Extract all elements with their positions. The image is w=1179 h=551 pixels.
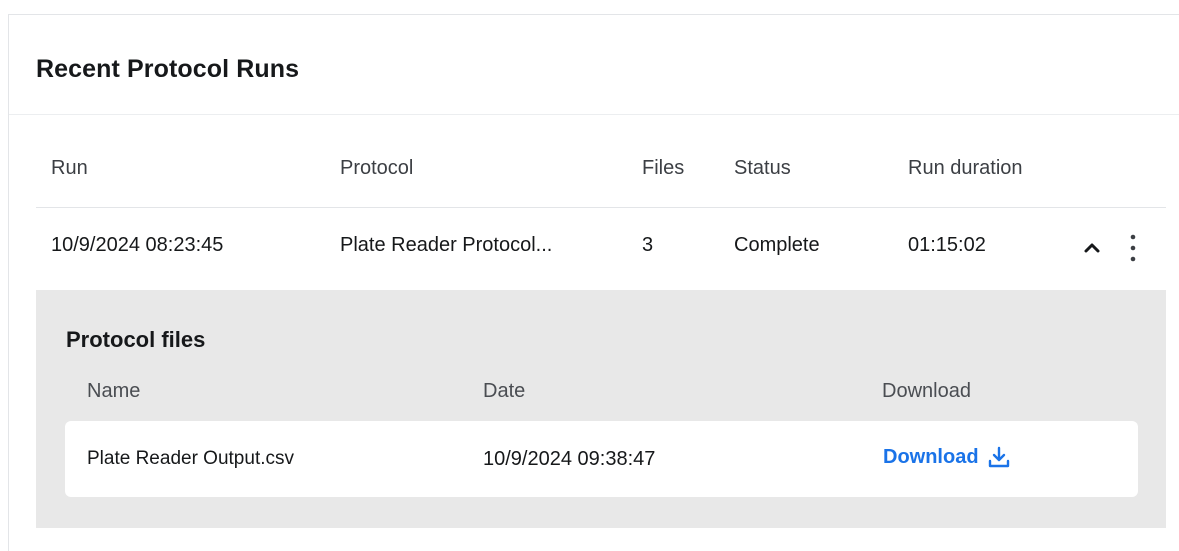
files-column-date: Date (483, 380, 526, 402)
file-row: Plate Reader Output.csv 10/9/2024 09:38:… (65, 421, 1138, 497)
more-vertical-icon[interactable] (1123, 232, 1143, 264)
files-count: 3 (642, 234, 654, 256)
file-date: 10/9/2024 09:38:47 (483, 448, 656, 470)
protocol-files-panel: Protocol files Name Date Download Plate … (36, 290, 1166, 528)
title-divider (9, 114, 1179, 115)
column-header-files: Files (642, 157, 685, 179)
run-status: Complete (734, 234, 820, 256)
protocol-files-title: Protocol files (66, 327, 206, 352)
protocol-name: Plate Reader Protocol... (340, 234, 553, 256)
file-name: Plate Reader Output.csv (87, 448, 294, 469)
download-icon (987, 445, 1011, 469)
download-link[interactable]: Download (883, 445, 1011, 469)
card-title: Recent Protocol Runs (36, 55, 300, 83)
column-header-status: Status (734, 157, 791, 179)
run-timestamp: 10/9/2024 08:23:45 (51, 234, 224, 256)
table-header: Run Protocol Files Status Run duration (9, 157, 1179, 197)
recent-protocol-runs-card: Recent Protocol Runs Run Protocol Files … (8, 14, 1179, 551)
run-duration: 01:15:02 (908, 234, 986, 256)
files-column-download: Download (882, 380, 971, 402)
chevron-up-icon[interactable] (1082, 238, 1102, 258)
files-column-name: Name (87, 380, 141, 402)
table-row[interactable]: 10/9/2024 08:23:45 Plate Reader Protocol… (9, 208, 1179, 288)
column-header-protocol: Protocol (340, 157, 414, 179)
column-header-run-duration: Run duration (908, 157, 1023, 179)
download-label: Download (883, 445, 979, 468)
column-header-run: Run (51, 157, 88, 179)
